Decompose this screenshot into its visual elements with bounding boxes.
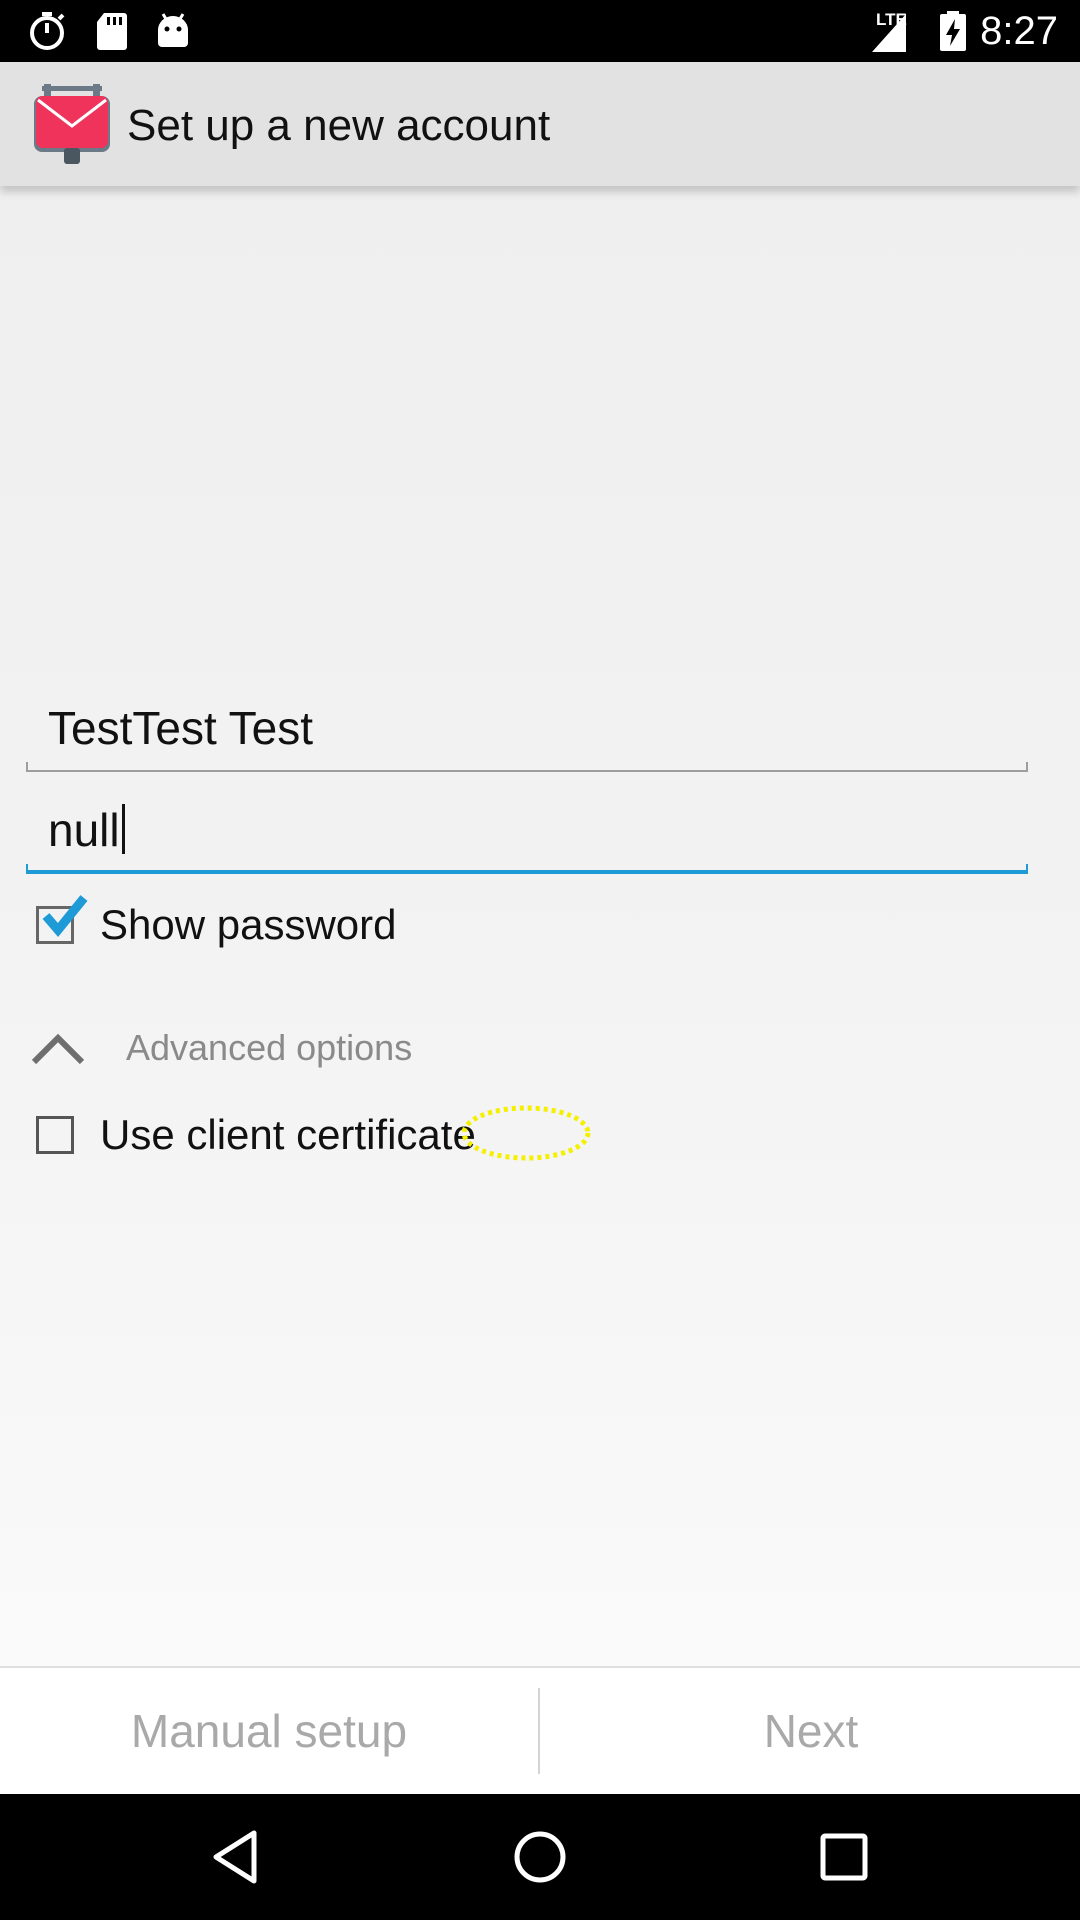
show-password-label: Show password bbox=[100, 901, 397, 948]
page-title: Set up a new account bbox=[127, 101, 551, 150]
client-certificate-label: Use client certificate bbox=[100, 1111, 476, 1158]
back-icon[interactable] bbox=[206, 1827, 266, 1887]
k9-mail-logo-icon bbox=[34, 84, 110, 164]
sd-card-icon bbox=[97, 13, 127, 50]
touch-indicator-icon bbox=[461, 1105, 591, 1161]
show-password-checkbox-row[interactable]: Show password bbox=[36, 895, 456, 958]
advanced-options-toggle[interactable]: Advanced options bbox=[30, 1020, 630, 1080]
name-field-underline bbox=[26, 762, 1028, 772]
navigation-bar bbox=[0, 1794, 1080, 1920]
android-icon bbox=[158, 13, 188, 47]
next-button[interactable]: Next bbox=[542, 1668, 1080, 1794]
bottom-button-bar: Manual setup Next bbox=[0, 1666, 1080, 1794]
button-divider bbox=[538, 1688, 540, 1774]
password-field-underline bbox=[26, 864, 1028, 874]
recents-icon[interactable] bbox=[814, 1827, 874, 1887]
checkmark-icon bbox=[42, 895, 88, 938]
name-field-value: TestTest Test bbox=[48, 702, 314, 754]
chevron-up-icon bbox=[31, 1033, 85, 1065]
home-icon[interactable] bbox=[510, 1827, 570, 1887]
setup-form: TestTest Test null Show password Advance… bbox=[0, 186, 1080, 1666]
password-field-value: null bbox=[48, 802, 125, 858]
client-certificate-checkbox[interactable] bbox=[36, 1116, 74, 1154]
app-bar: Set up a new account bbox=[0, 62, 1080, 186]
manual-setup-button[interactable]: Manual setup bbox=[0, 1668, 538, 1794]
name-field[interactable]: TestTest Test bbox=[26, 692, 1028, 772]
stopwatch-icon bbox=[30, 12, 65, 50]
text-caret bbox=[121, 804, 125, 854]
status-bar: LTE 8:27 bbox=[0, 0, 1080, 62]
battery-charging-icon bbox=[940, 11, 966, 51]
screen: LTE 8:27 Set up a new account TestTest T… bbox=[0, 0, 1080, 1920]
status-clock: 8:27 bbox=[980, 9, 1058, 53]
advanced-options-label: Advanced options bbox=[126, 1027, 413, 1068]
password-field[interactable]: null bbox=[26, 794, 1028, 874]
network-type-label: LTE bbox=[876, 10, 907, 29]
